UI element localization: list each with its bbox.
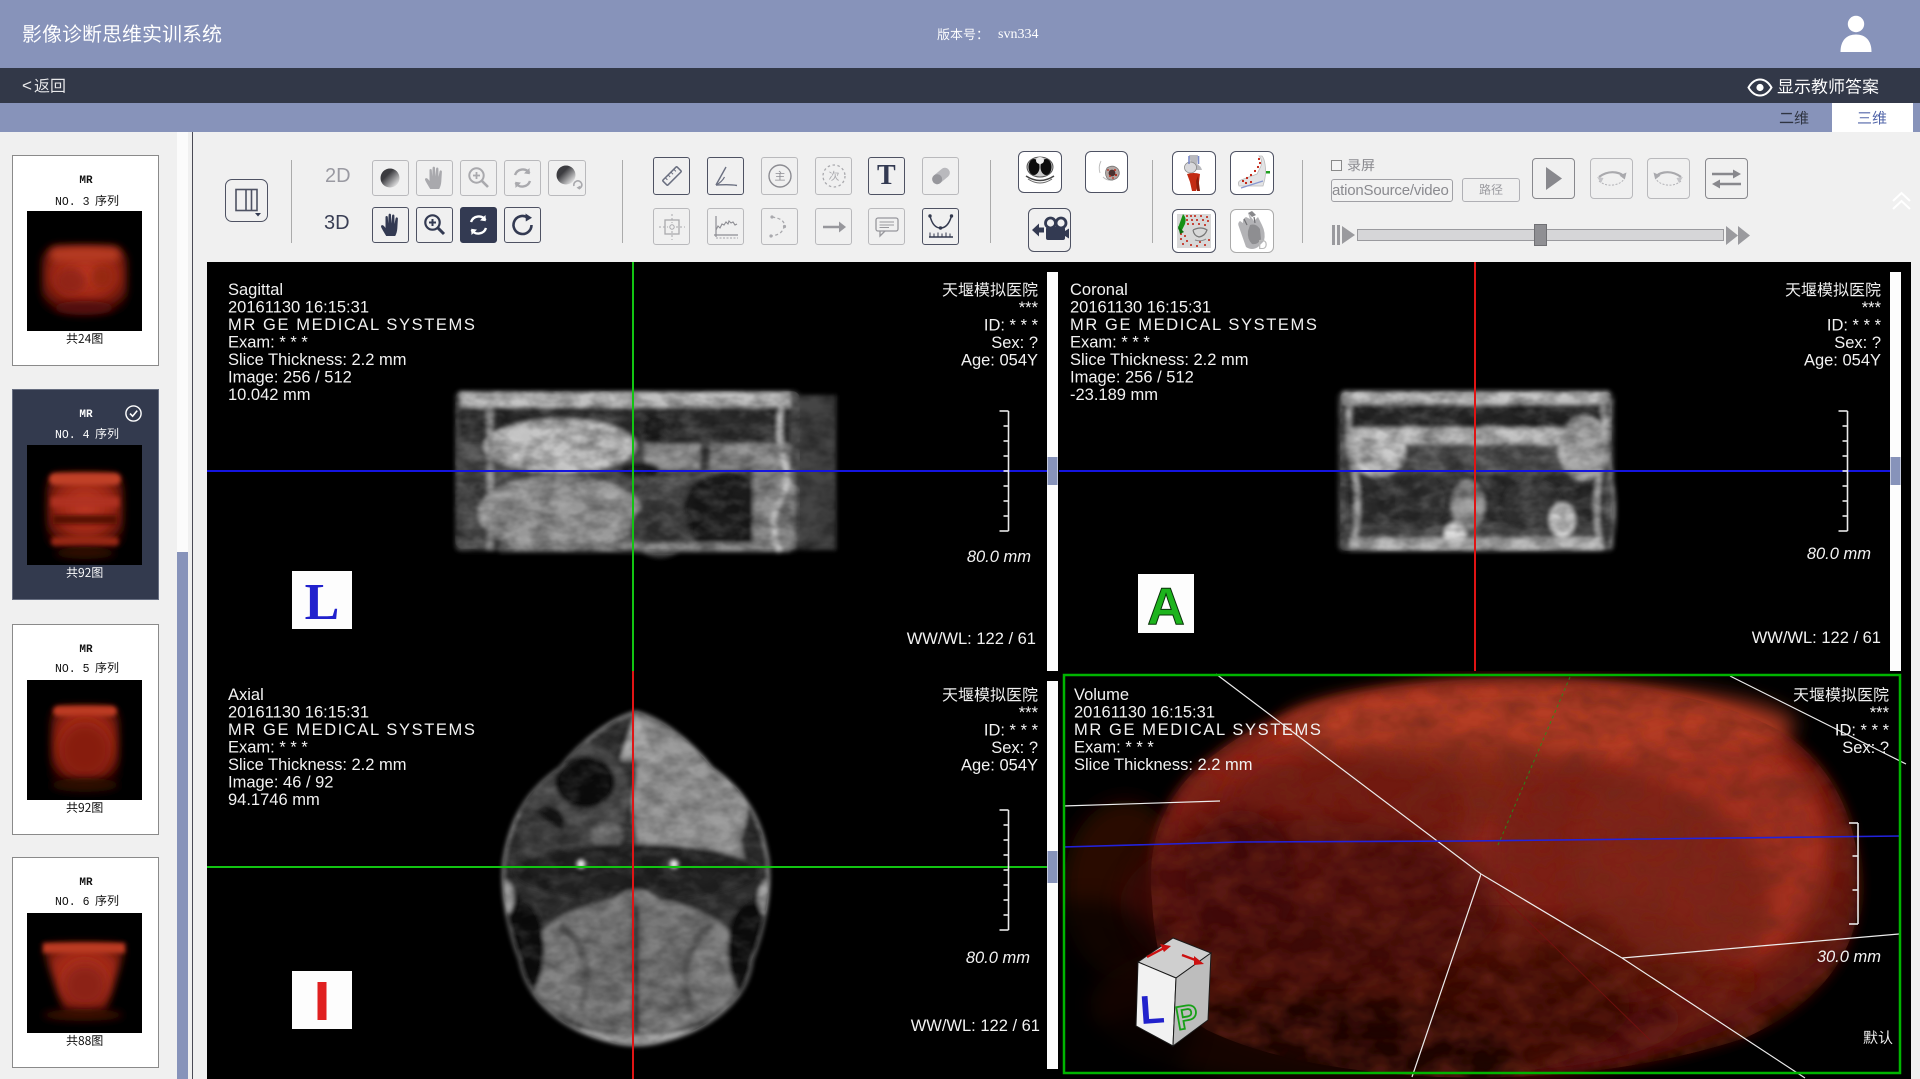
svg-text:MR GE MEDICAL SYSTEMS: MR GE MEDICAL SYSTEMS xyxy=(228,721,476,739)
svg-text:ID: * * *: ID: * * * xyxy=(1835,722,1890,740)
svg-text:MR GE MEDICAL SYSTEMS: MR GE MEDICAL SYSTEMS xyxy=(1074,721,1322,739)
svg-text:Image: 256 / 512: Image: 256 / 512 xyxy=(228,369,352,387)
svg-text:-23.189 mm: -23.189 mm xyxy=(1070,386,1158,404)
svg-text:Exam: * * *: Exam: * * * xyxy=(1074,739,1154,757)
svg-text:Sex: ?: Sex: ? xyxy=(1834,334,1881,352)
svg-text:Exam: * * *: Exam: * * * xyxy=(228,739,308,757)
svg-text:Axial: Axial xyxy=(228,686,264,704)
svg-text:Coronal: Coronal xyxy=(1070,281,1128,299)
svg-text:ID: * * *: ID: * * * xyxy=(1827,317,1882,335)
svg-text:A: A xyxy=(1147,578,1185,636)
svg-text:***: *** xyxy=(1870,704,1890,722)
svg-text:20161130 16:15:31: 20161130 16:15:31 xyxy=(1074,704,1215,722)
svg-text:Slice Thickness: 2.2 mm: Slice Thickness: 2.2 mm xyxy=(1074,756,1253,774)
svg-text:***: *** xyxy=(1862,299,1882,317)
svg-text:Volume: Volume xyxy=(1074,686,1129,704)
svg-text:Slice Thickness: 2.2 mm: Slice Thickness: 2.2 mm xyxy=(1070,351,1249,369)
svg-text:WW/WL: 122 / 61: WW/WL: 122 / 61 xyxy=(911,1017,1040,1035)
svg-text:94.1746 mm: 94.1746 mm xyxy=(228,791,320,809)
svg-text:L: L xyxy=(305,574,340,631)
svg-text:80.0 mm: 80.0 mm xyxy=(1807,545,1871,563)
svg-text:D: D xyxy=(1258,237,1267,251)
svg-text:Slice Thickness: 2.2 mm: Slice Thickness: 2.2 mm xyxy=(228,756,407,774)
svg-text:MR GE MEDICAL SYSTEMS: MR GE MEDICAL SYSTEMS xyxy=(228,316,476,334)
svg-text:L: L xyxy=(1139,987,1166,1033)
svg-text:20161130 16:15:31: 20161130 16:15:31 xyxy=(228,299,369,317)
svg-text:Exam: * * *: Exam: * * * xyxy=(1070,334,1150,352)
svg-text:Slice Thickness: 2.2 mm: Slice Thickness: 2.2 mm xyxy=(228,351,407,369)
svg-text:Sagittal: Sagittal xyxy=(228,281,283,299)
svg-text:30.0 mm: 30.0 mm xyxy=(1817,948,1881,966)
svg-text:Exam: * * *: Exam: * * * xyxy=(228,334,308,352)
svg-text:20161130 16:15:31: 20161130 16:15:31 xyxy=(228,704,369,722)
svg-text:WW/WL: 122 / 61: WW/WL: 122 / 61 xyxy=(1752,629,1881,647)
svg-text:Image: 46 / 92: Image: 46 / 92 xyxy=(228,774,334,792)
svg-text:80.0 mm: 80.0 mm xyxy=(966,949,1030,967)
svg-text:80.0 mm: 80.0 mm xyxy=(967,548,1031,566)
svg-text:Age: 054Y: Age: 054Y xyxy=(961,352,1038,370)
svg-text:***: *** xyxy=(1019,704,1039,722)
svg-text:ID: * * *: ID: * * * xyxy=(984,722,1039,740)
svg-text:20161130 16:15:31: 20161130 16:15:31 xyxy=(1070,299,1211,317)
svg-text:MR GE MEDICAL SYSTEMS: MR GE MEDICAL SYSTEMS xyxy=(1070,316,1318,334)
svg-text:Image: 256 / 512: Image: 256 / 512 xyxy=(1070,369,1194,387)
svg-text:10.042 mm: 10.042 mm xyxy=(228,386,311,404)
svg-text:***: *** xyxy=(1019,299,1039,317)
svg-text:Age: 054Y: Age: 054Y xyxy=(961,757,1038,775)
svg-text:Sex: ?: Sex: ? xyxy=(991,739,1038,757)
svg-text:Age: 054Y: Age: 054Y xyxy=(1804,352,1881,370)
svg-text:WW/WL: 122 / 61: WW/WL: 122 / 61 xyxy=(907,630,1036,648)
svg-text:Sex: ?: Sex: ? xyxy=(991,334,1038,352)
svg-text:Sex: ?: Sex: ? xyxy=(1842,739,1889,757)
svg-text:ID: * * *: ID: * * * xyxy=(984,317,1039,335)
